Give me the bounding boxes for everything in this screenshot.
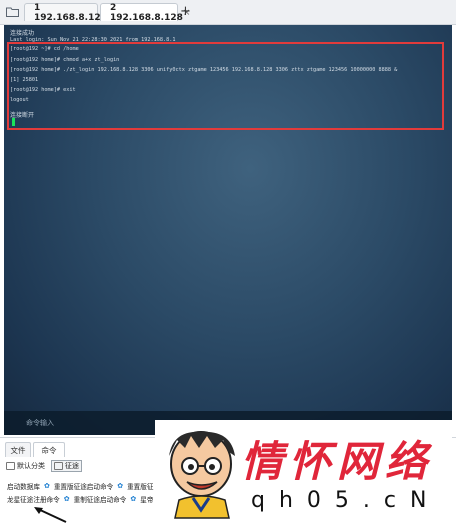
command-input-placeholder: 命令输入: [26, 419, 54, 427]
command-item[interactable]: 启动数据库: [7, 481, 40, 491]
terminal-line: 连接成功: [10, 30, 35, 37]
command-item[interactable]: 重制征途启动命令: [74, 494, 127, 504]
folder-icon: [54, 462, 63, 470]
gear-icon[interactable]: ✿: [64, 495, 70, 503]
annotation-arrow-icon: [34, 507, 67, 523]
command-item[interactable]: 重置版征: [127, 481, 153, 491]
gear-icon[interactable]: ✿: [117, 482, 123, 490]
category-zhengtu[interactable]: 征途: [51, 460, 82, 472]
session-tab-1[interactable]: 1 192.168.8.128 ×: [24, 3, 114, 23]
terminal-output[interactable]: 连接成功 Last login: Sun Nov 21 22:28:30 202…: [4, 25, 452, 435]
watermark: 情怀网络 qh05.cN: [155, 420, 452, 525]
category-default[interactable]: 默认分类: [6, 461, 45, 471]
command-item[interactable]: 星帝: [140, 494, 153, 504]
folder-icon: [6, 462, 15, 470]
tab-files[interactable]: 文件: [5, 442, 31, 457]
tab-commands[interactable]: 命令: [33, 442, 65, 457]
category-row: 默认分类 征途: [6, 460, 82, 472]
mascot-logo-icon: [169, 431, 235, 519]
command-row: 启动数据库 ✿ 重置版征途启动命令 ✿ 重置版征: [7, 480, 153, 491]
folder-icon[interactable]: [6, 6, 19, 17]
annotation-highlight-box: [7, 42, 444, 130]
gear-icon[interactable]: ✿: [130, 495, 136, 503]
category-label: 默认分类: [17, 462, 45, 470]
session-tab-label: 2 192.168.8.128: [110, 2, 183, 23]
watermark-subtitle: qh05.cN: [251, 488, 441, 513]
watermark-title: 情怀网络: [241, 437, 434, 486]
new-tab-button[interactable]: +: [180, 4, 191, 19]
category-label: 征途: [65, 462, 79, 470]
session-tab-bar: 1 192.168.8.128 × 2 192.168.8.128 × +: [0, 0, 456, 25]
command-row: 龙星征途注册命令 ✿ 重制征途启动命令 ✿ 星帝: [7, 493, 153, 504]
session-tab-label: 1 192.168.8.128: [34, 2, 107, 23]
session-tab-2[interactable]: 2 192.168.8.128 ×: [100, 3, 190, 23]
command-item[interactable]: 重置版征途启动命令: [54, 481, 113, 491]
gear-icon[interactable]: ✿: [44, 482, 50, 490]
command-item[interactable]: 龙星征途注册命令: [7, 494, 60, 504]
